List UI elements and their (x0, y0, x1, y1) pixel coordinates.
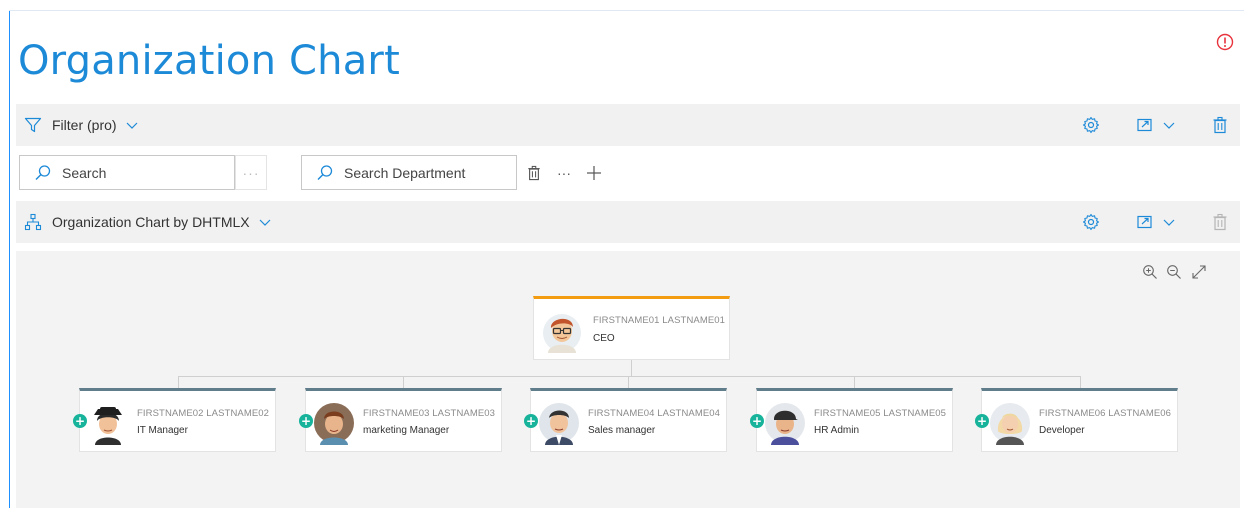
export-icon (1137, 118, 1152, 132)
add-badge-icon[interactable]: + (524, 414, 538, 428)
department-search-input[interactable] (344, 164, 494, 181)
page: Organization Chart Filter (pro) Search ·… (0, 0, 1244, 508)
chevron-down-icon (259, 219, 271, 226)
chart-toggle[interactable]: Organization Chart by DHTMLX (16, 213, 272, 231)
employee-name: FIRSTNAME01 LASTNAME01 (593, 315, 726, 326)
employee-role: IT Manager (137, 425, 188, 436)
org-node-child[interactable]: + FIRSTNAME04 LASTNAME04 Sales manager (524, 388, 727, 452)
avatar (543, 314, 581, 353)
chevron-down-icon (1163, 122, 1175, 129)
page-title: Organization Chart (18, 38, 400, 84)
chart-export-button[interactable] (1136, 212, 1176, 232)
gear-icon (1082, 213, 1100, 231)
export-icon (1137, 215, 1152, 229)
child-connector (178, 376, 179, 388)
filter-icon (24, 117, 42, 133)
employee-role: Sales manager (588, 425, 656, 436)
employee-name: FIRSTNAME02 LASTNAME02 (137, 408, 270, 419)
alert-icon[interactable] (1216, 33, 1234, 51)
filter-delete-button[interactable] (1212, 115, 1228, 135)
avatar (314, 403, 354, 445)
add-badge-icon[interactable]: + (299, 414, 313, 428)
employee-name: FIRSTNAME05 LASTNAME05 (814, 408, 947, 419)
add-badge-icon[interactable]: + (73, 414, 87, 428)
top-divider (9, 10, 1244, 11)
search-more-button[interactable]: ··· (235, 155, 267, 190)
trash-icon (528, 165, 540, 181)
filter-settings-button[interactable] (1082, 115, 1100, 135)
chart-label: Organization Chart by DHTMLX (52, 214, 250, 230)
employee-role: CEO (593, 333, 615, 344)
department-search-field (301, 155, 517, 190)
search-icon (317, 164, 333, 180)
employee-name: FIRSTNAME04 LASTNAME04 (588, 408, 721, 419)
chart-toolbar-actions (1040, 201, 1240, 243)
avatar (990, 403, 1030, 445)
plus-icon (587, 166, 601, 180)
search-field (19, 155, 235, 190)
child-connector (403, 376, 404, 388)
org-node-root[interactable]: FIRSTNAME01 LASTNAME01 CEO (533, 296, 730, 360)
org-chart-icon (24, 213, 42, 231)
zoom-out-icon[interactable] (1166, 264, 1182, 280)
filter-toggle[interactable]: Filter (pro) (16, 116, 139, 134)
child-connector (854, 376, 855, 388)
search-icon (35, 164, 51, 180)
employee-role: marketing Manager (363, 425, 450, 436)
filter-label: Filter (pro) (52, 117, 117, 133)
department-more-button[interactable]: ··· (552, 164, 576, 182)
employee-name: FIRSTNAME03 LASTNAME03 (363, 408, 496, 419)
search-row: ··· ··· (16, 155, 1240, 191)
add-badge-icon[interactable]: + (975, 414, 989, 428)
chevron-down-icon (126, 122, 137, 129)
gear-icon (1082, 116, 1100, 134)
search-input[interactable] (62, 164, 212, 181)
add-badge-icon[interactable]: + (750, 414, 764, 428)
chart-toolbar: Organization Chart by DHTMLX (16, 201, 1240, 243)
expand-icon[interactable] (1191, 264, 1207, 280)
chart-settings-button[interactable] (1082, 212, 1100, 232)
trash-icon (1213, 116, 1227, 134)
employee-role: HR Admin (814, 425, 860, 436)
org-node-child[interactable]: + FIRSTNAME06 LASTNAME06 Developer (975, 388, 1178, 452)
employee-name: FIRSTNAME06 LASTNAME06 (1039, 408, 1172, 419)
avatar (539, 403, 579, 445)
sibling-connector (178, 376, 1081, 377)
avatar (94, 407, 122, 445)
org-node-child[interactable]: + FIRSTNAME05 LASTNAME05 HR Admin (750, 388, 953, 452)
child-connector (1080, 376, 1081, 388)
department-delete-button[interactable] (524, 164, 544, 182)
root-connector (631, 360, 632, 376)
trash-icon (1213, 213, 1227, 231)
org-node-child[interactable]: + FIRSTNAME02 LASTNAME02 IT Manager (73, 388, 276, 452)
chart-delete-button[interactable] (1212, 212, 1228, 232)
filter-export-button[interactable] (1136, 115, 1176, 135)
org-node-child[interactable]: + FIRSTNAME03 LASTNAME03 marketing Manag… (299, 388, 502, 452)
avatar (765, 403, 805, 445)
child-connector (628, 376, 629, 388)
filter-toolbar: Filter (pro) (16, 104, 1240, 146)
filter-toolbar-actions (1040, 104, 1240, 146)
chevron-down-icon (1163, 219, 1175, 226)
zoom-in-icon[interactable] (1142, 264, 1158, 280)
employee-role: Developer (1039, 425, 1085, 436)
org-chart-canvas[interactable]: FIRSTNAME01 LASTNAME01 CEO + FIRSTNAME02… (16, 251, 1240, 508)
add-button[interactable] (584, 164, 604, 182)
left-accent-rule (9, 10, 10, 508)
